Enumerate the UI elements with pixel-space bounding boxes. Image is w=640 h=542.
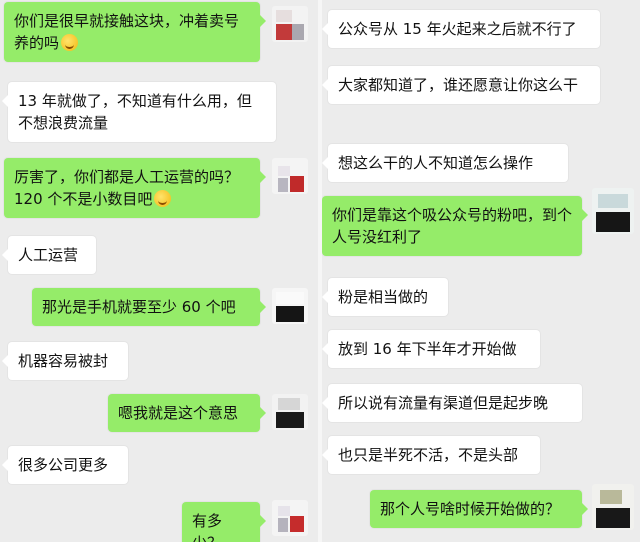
message-text: 放到 16 年下半年才开始做 (338, 340, 517, 358)
message-text: 很多公司更多 (18, 456, 109, 474)
message-text: 也只是半死不活，不是头部 (338, 446, 519, 464)
message-bubble-incoming[interactable]: 13 年就做了，不知道有什么用，但不想浪费流量 (2, 82, 276, 142)
message-bubble-outgoing[interactable]: 那个人号啥时候开始做的？ (370, 490, 588, 528)
avatar[interactable] (272, 500, 308, 536)
avatar[interactable] (592, 484, 634, 530)
message-bubble-outgoing[interactable]: 厉害了，你们都是人工运营的吗？120 个不是小数目吧 (4, 158, 266, 218)
message-text: 嗯我就是这个意思 (118, 404, 239, 422)
message-bubble-incoming[interactable]: 人工运营 (2, 236, 96, 274)
avatar[interactable] (272, 394, 308, 430)
message-bubble-incoming[interactable]: 公众号从 15 年火起来之后就不行了 (322, 10, 600, 48)
message-bubble-outgoing[interactable]: 有多少？ (182, 502, 266, 542)
message-text: 大家都知道了，谁还愿意让你这么干 (338, 76, 579, 94)
avatar[interactable] (272, 6, 308, 42)
message-bubble-incoming[interactable]: 所以说有流量有渠道但是起步晚 (322, 384, 582, 422)
message-text: 你们是靠这个吸公众号的粉吧，到个人号没红利了 (332, 206, 573, 246)
message-bubble-incoming[interactable]: 也只是半死不活，不是头部 (322, 436, 540, 474)
message-bubble-incoming[interactable]: 机器容易被封 (2, 342, 128, 380)
grinning-sweat-emoji-icon (154, 190, 172, 207)
message-text: 厉害了，你们都是人工运营的吗？120 个不是小数目吧 (14, 168, 240, 208)
message-text: 那个人号啥时候开始做的？ (380, 500, 561, 518)
message-text: 想这么干的人不知道怎么操作 (338, 154, 534, 172)
message-text: 粉是相当做的 (338, 288, 429, 306)
message-bubble-incoming[interactable]: 大家都知道了，谁还愿意让你这么干 (322, 66, 600, 104)
message-text: 你们是很早就接触这块，冲着卖号养的吗 (14, 12, 240, 52)
message-bubble-outgoing[interactable]: 你们是很早就接触这块，冲着卖号养的吗 (4, 2, 266, 62)
message-text: 公众号从 15 年火起来之后就不行了 (338, 20, 577, 38)
message-bubble-incoming[interactable]: 很多公司更多 (2, 446, 128, 484)
avatar[interactable] (272, 288, 308, 324)
right-chat-panel: 公众号从 15 年火起来之后就不行了 大家都知道了，谁还愿意让你这么干 想这么干… (322, 0, 640, 542)
avatar[interactable] (272, 158, 308, 194)
message-bubble-outgoing[interactable]: 那光是手机就要至少 60 个吧 (32, 288, 266, 326)
message-text: 机器容易被封 (18, 352, 109, 370)
message-bubble-outgoing[interactable]: 嗯我就是这个意思 (108, 394, 266, 432)
message-text: 有多少？ (192, 512, 223, 542)
message-text: 人工运营 (18, 246, 79, 264)
grinning-sweat-emoji-icon (61, 34, 79, 51)
message-bubble-incoming[interactable]: 粉是相当做的 (322, 278, 448, 316)
message-bubble-incoming[interactable]: 想这么干的人不知道怎么操作 (322, 144, 568, 182)
left-chat-panel: 你们是很早就接触这块，冲着卖号养的吗 13 年就做了，不知道有什么用，但不想浪费… (0, 0, 318, 542)
message-text: 那光是手机就要至少 60 个吧 (42, 298, 236, 316)
message-text: 所以说有流量有渠道但是起步晚 (338, 394, 549, 412)
message-text: 13 年就做了，不知道有什么用，但不想浪费流量 (18, 92, 252, 132)
message-bubble-outgoing[interactable]: 你们是靠这个吸公众号的粉吧，到个人号没红利了 (322, 196, 588, 256)
avatar[interactable] (592, 188, 634, 234)
message-bubble-incoming[interactable]: 放到 16 年下半年才开始做 (322, 330, 540, 368)
